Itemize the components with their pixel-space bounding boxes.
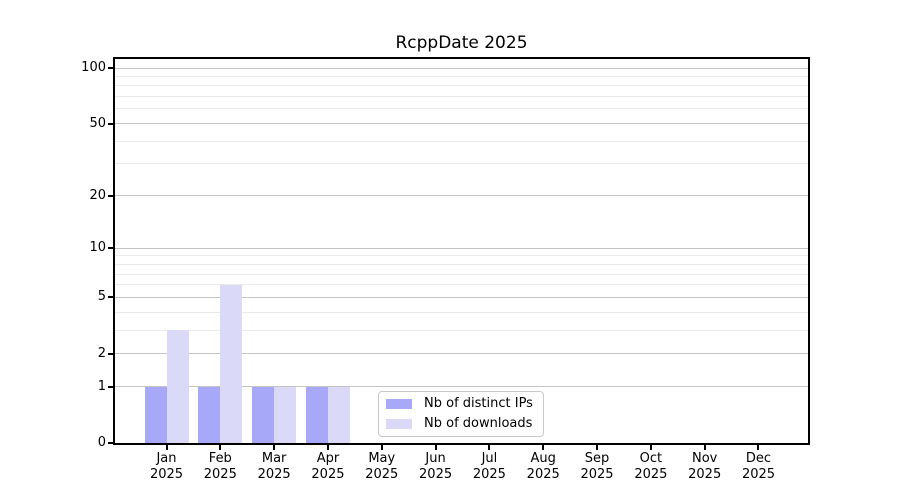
gridline-major	[115, 195, 808, 197]
x-tick-mark	[326, 445, 329, 450]
x-tick-mark	[434, 445, 437, 450]
x-tick-label-month: Dec	[745, 451, 772, 466]
gridline-major	[115, 353, 808, 355]
plot-area	[113, 57, 810, 445]
y-tick-mark	[108, 247, 113, 250]
legend-swatch-distinct-ips	[386, 399, 412, 409]
y-tick-label: 100	[81, 60, 106, 76]
y-tick-mark	[108, 352, 113, 355]
y-tick-label: 50	[89, 115, 106, 131]
x-tick-label: Dec 2025	[726, 451, 790, 483]
x-tick-mark	[596, 445, 599, 450]
legend-label-distinct-ips: Nb of distinct IPs	[424, 396, 533, 411]
gridline-minor	[115, 273, 808, 275]
bar-nb-of-downloads-feb	[220, 285, 243, 443]
bar-nb-of-downloads-apr	[327, 387, 350, 443]
y-tick-mark	[108, 385, 113, 388]
gridline-major	[115, 67, 808, 69]
legend-row-downloads: Nb of downloads	[379, 414, 543, 434]
legend: Nb of distinct IPs Nb of downloads	[378, 391, 544, 437]
chart-title: RcppDate 2025	[395, 33, 528, 53]
gridline-major	[115, 296, 808, 298]
x-tick-mark	[380, 445, 383, 450]
y-tick-mark	[108, 194, 113, 197]
bar-nb-of-downloads-mar	[274, 387, 297, 443]
gridline-major	[115, 123, 808, 125]
x-tick-label-year: 2025	[741, 467, 776, 482]
gridline-minor	[115, 284, 808, 286]
y-tick-label: 2	[97, 345, 106, 361]
x-tick-mark	[703, 445, 706, 450]
bar-nb-of-distinct-ips-apr	[305, 387, 328, 443]
bar-nb-of-distinct-ips-mar	[252, 387, 275, 443]
y-tick-mark	[108, 442, 113, 444]
bar-nb-of-downloads-jan	[166, 330, 189, 443]
y-tick-label: 10	[89, 240, 106, 256]
y-tick-mark	[108, 122, 113, 125]
y-tick-label: 0	[97, 435, 106, 450]
gridline-minor	[115, 311, 808, 313]
gridline-minor	[115, 108, 808, 110]
x-tick-mark	[488, 445, 491, 450]
gridline-minor	[115, 85, 808, 87]
gridline-minor	[115, 263, 808, 265]
gridline-minor	[115, 75, 808, 77]
y-tick-label: 1	[97, 378, 106, 394]
y-tick-mark	[108, 296, 113, 299]
x-tick-mark	[273, 445, 276, 450]
gridline-minor	[115, 255, 808, 257]
y-tick-label: 20	[89, 187, 106, 203]
legend-label-downloads: Nb of downloads	[424, 416, 533, 431]
bar-nb-of-distinct-ips-feb	[198, 387, 221, 443]
x-tick-mark	[757, 445, 760, 450]
x-tick-mark	[219, 445, 222, 450]
y-tick-mark	[108, 67, 113, 70]
gridline-minor	[115, 96, 808, 98]
x-tick-mark	[649, 445, 652, 450]
bar-nb-of-distinct-ips-jan	[144, 387, 167, 443]
gridline-minor	[115, 329, 808, 331]
x-tick-mark	[542, 445, 545, 450]
gridline-major	[115, 247, 808, 249]
legend-swatch-downloads	[386, 419, 412, 429]
chart-canvas: RcppDate 2025 Nb of distinct IPs Nb of d…	[0, 0, 900, 500]
gridline-minor	[115, 163, 808, 165]
y-tick-label: 5	[97, 289, 106, 305]
gridline-minor	[115, 140, 808, 142]
legend-row-distinct-ips: Nb of distinct IPs	[379, 394, 543, 414]
x-tick-mark	[165, 445, 168, 450]
